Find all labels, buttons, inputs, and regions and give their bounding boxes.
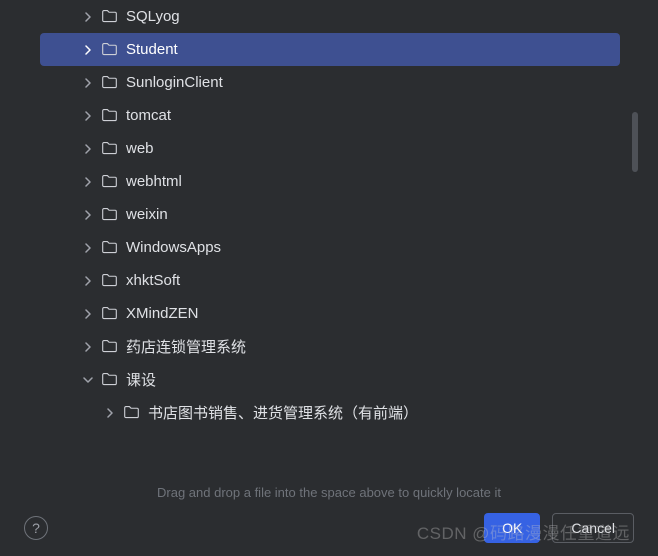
chevron-right-icon[interactable] [78, 139, 98, 159]
chevron-right-icon[interactable] [78, 304, 98, 324]
folder-icon [98, 204, 120, 226]
chevron-right-icon[interactable] [78, 271, 98, 291]
tree-row[interactable]: webhtml [40, 165, 620, 198]
help-button[interactable]: ? [24, 516, 48, 540]
chevron-right-icon[interactable] [78, 172, 98, 192]
tree-row[interactable]: 课设 [40, 363, 620, 396]
cancel-button[interactable]: Cancel [552, 513, 634, 543]
tree-row[interactable]: XMindZEN [40, 297, 620, 330]
tree-item-label: Student [126, 41, 178, 58]
scrollbar-thumb[interactable] [632, 112, 638, 172]
tree-item-label: SQLyog [126, 8, 180, 25]
folder-icon [120, 402, 142, 424]
tree-row[interactable]: weixin [40, 198, 620, 231]
chevron-right-icon[interactable] [78, 40, 98, 60]
tree-row[interactable]: Student [40, 33, 620, 66]
folder-icon [98, 237, 120, 259]
folder-icon [98, 270, 120, 292]
folder-icon [98, 39, 120, 61]
tree-row[interactable]: xhktSoft [40, 264, 620, 297]
tree-item-label: WindowsApps [126, 239, 221, 256]
ok-button[interactable]: OK [484, 513, 540, 543]
tree-item-label: 药店连锁管理系统 [126, 336, 246, 357]
tree-row[interactable]: SunloginClient [40, 66, 620, 99]
tree-item-label: tomcat [126, 107, 171, 124]
tree-item-label: webhtml [126, 173, 182, 190]
tree-row[interactable]: 药店连锁管理系统 [40, 330, 620, 363]
chevron-right-icon[interactable] [78, 238, 98, 258]
tree-row[interactable]: tomcat [40, 99, 620, 132]
tree-row[interactable]: WindowsApps [40, 231, 620, 264]
chevron-right-icon[interactable] [78, 205, 98, 225]
tree-row[interactable]: web [40, 132, 620, 165]
folder-icon [98, 171, 120, 193]
chevron-right-icon[interactable] [78, 337, 98, 357]
chevron-right-icon[interactable] [78, 106, 98, 126]
tree-row[interactable]: SQLyog [40, 0, 620, 33]
tree-item-label: web [126, 140, 154, 157]
tree-row[interactable]: 书店图书销售、进货管理系统（有前端） [40, 396, 620, 429]
folder-icon [98, 72, 120, 94]
chevron-down-icon[interactable] [78, 370, 98, 390]
folder-icon [98, 6, 120, 28]
folder-icon [98, 138, 120, 160]
chevron-right-icon[interactable] [78, 73, 98, 93]
tree-item-label: 书店图书销售、进货管理系统（有前端） [148, 402, 418, 423]
tree-item-label: XMindZEN [126, 305, 199, 322]
tree-item-label: SunloginClient [126, 74, 223, 91]
dialog-actions: OK Cancel [484, 513, 634, 543]
tree-item-label: xhktSoft [126, 272, 180, 289]
folder-tree: SQLyog Student SunloginClient tomcat web webh… [18, 0, 640, 488]
folder-icon [98, 303, 120, 325]
folder-icon [98, 336, 120, 358]
chevron-right-icon[interactable] [78, 7, 98, 27]
tree-item-label: 课设 [126, 369, 156, 390]
tree-item-label: weixin [126, 206, 168, 223]
chevron-right-icon[interactable] [100, 403, 120, 423]
dialog-footer: ? OK Cancel [18, 500, 640, 556]
folder-icon [98, 105, 120, 127]
folder-icon [98, 369, 120, 391]
